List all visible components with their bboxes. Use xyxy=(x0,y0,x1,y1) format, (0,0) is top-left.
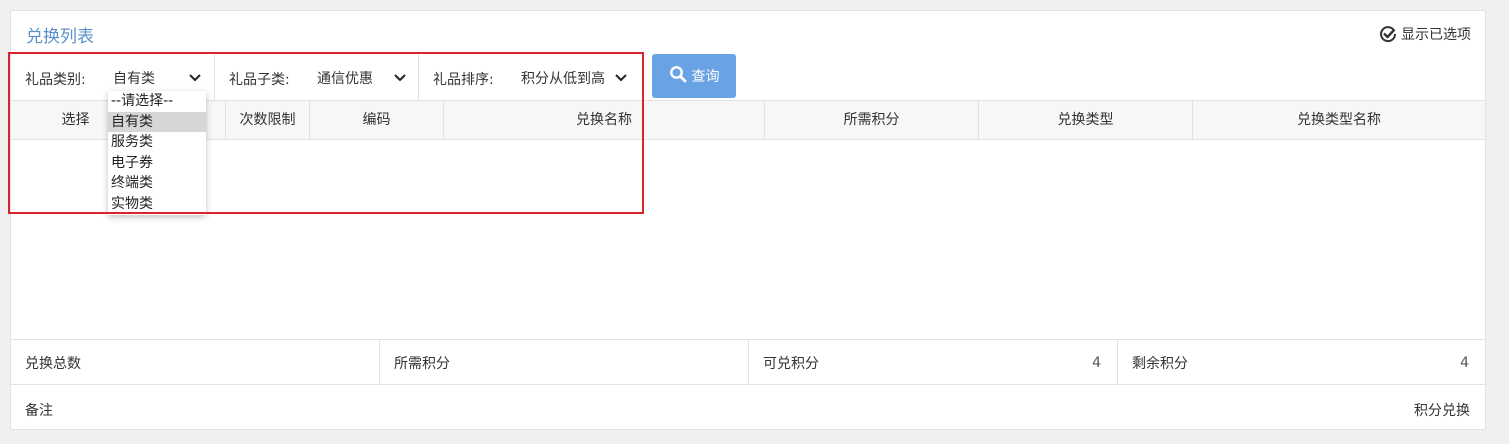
category-dropdown-list: --请选择-- 自有类 服务类 电子券 终端类 实物类 xyxy=(108,91,206,215)
summary-remaining-label: 剩余积分 xyxy=(1132,356,1188,372)
search-button[interactable]: 查询 xyxy=(652,54,736,98)
search-button-label: 查询 xyxy=(691,69,720,85)
dropdown-option[interactable]: 实物类 xyxy=(108,194,206,215)
exchange-panel: 兑换列表 显示已选项 礼品类别: 自有类 礼品子类: 通信优惠 礼品排序: 积分… xyxy=(8,10,1486,430)
summary-remaining: 剩余积分 4 xyxy=(1118,340,1485,384)
summary-available-value: 4 xyxy=(1092,355,1101,371)
points-exchange-button[interactable]: 积分兑换 xyxy=(1414,400,1470,420)
summary-available: 可兑积分 4 xyxy=(749,340,1118,384)
panel-title: 兑换列表 xyxy=(26,27,94,47)
table-header: 选择 次数限制 编码 兑换名称 所需积分 兑换类型 兑换类型名称 xyxy=(11,100,1485,140)
sort-value[interactable]: 积分从低到高 xyxy=(521,68,605,88)
chevron-down-icon[interactable] xyxy=(189,71,201,87)
show-selected-toggle[interactable]: 显示已选项 xyxy=(1379,24,1471,44)
filter-bar: 礼品类别: 自有类 礼品子类: 通信优惠 礼品排序: 积分从低到高 xyxy=(11,54,643,100)
summary-total-label: 兑换总数 xyxy=(25,356,81,372)
summary-remaining-value: 4 xyxy=(1460,355,1469,371)
summary-required: 所需积分 xyxy=(380,340,749,384)
subcategory-select[interactable]: 礼品子类: 通信优惠 xyxy=(215,54,419,100)
dropdown-option[interactable]: 终端类 xyxy=(108,173,206,194)
show-selected-label: 显示已选项 xyxy=(1401,27,1471,43)
category-value[interactable]: 自有类 xyxy=(113,68,155,88)
col-exchange-type-name: 兑换类型名称 xyxy=(1297,112,1381,128)
chevron-down-icon[interactable] xyxy=(615,71,627,87)
sort-label: 礼品排序: xyxy=(433,72,494,88)
col-exchange-name: 兑换名称 xyxy=(444,101,765,139)
summary-available-label: 可兑积分 xyxy=(763,356,819,372)
dropdown-option[interactable]: 电子券 xyxy=(108,153,206,174)
subcategory-label: 礼品子类: xyxy=(229,72,290,88)
col-code: 编码 xyxy=(310,101,444,139)
col-exchange-type: 兑换类型 xyxy=(979,101,1193,139)
dropdown-option[interactable]: 服务类 xyxy=(108,132,206,153)
remark-label: 备注 xyxy=(25,403,53,419)
sort-select[interactable]: 礼品排序: 积分从低到高 xyxy=(419,54,643,100)
dropdown-option[interactable]: --请选择-- xyxy=(108,91,206,112)
category-label: 礼品类别: xyxy=(25,72,86,88)
summary-total: 兑换总数 xyxy=(11,340,380,384)
check-circle-icon xyxy=(1379,25,1397,43)
dropdown-option-selected[interactable]: 自有类 xyxy=(108,111,206,133)
chevron-down-icon[interactable] xyxy=(394,71,406,87)
summary-row: 兑换总数 所需积分 可兑积分 4 剩余积分 4 xyxy=(11,339,1485,385)
col-times-limit: 次数限制 xyxy=(226,101,310,139)
subcategory-value[interactable]: 通信优惠 xyxy=(317,68,373,88)
summary-required-label: 所需积分 xyxy=(394,356,450,372)
search-icon xyxy=(669,65,687,87)
col-required-points: 所需积分 xyxy=(765,101,979,139)
